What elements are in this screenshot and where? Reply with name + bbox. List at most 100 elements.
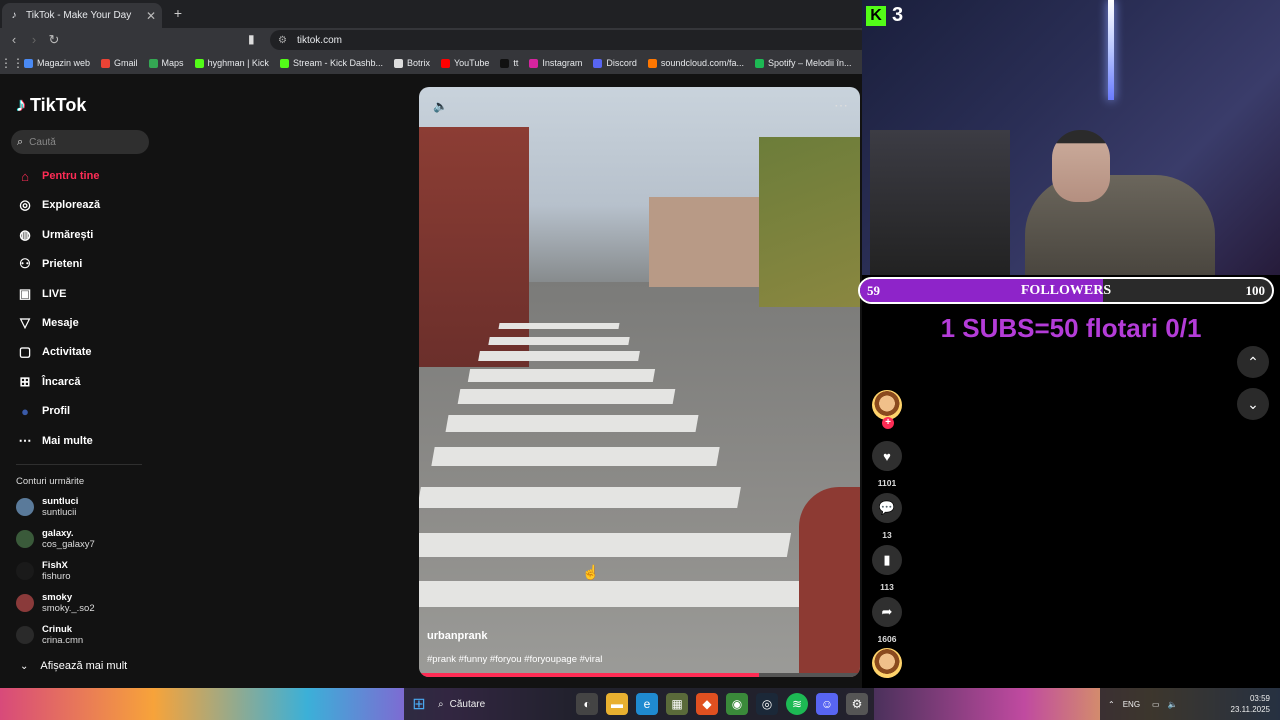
browser-tab[interactable]: ♪ TikTok - Make Your Day ✕ <box>2 3 162 28</box>
tray-chevron-icon[interactable]: ⌃ <box>1108 700 1115 709</box>
site-info-icon[interactable]: ⚙ <box>278 35 287 46</box>
nav-item[interactable]: ⊞ Încarcă <box>16 373 81 391</box>
chrome-icon[interactable]: ◉ <box>726 693 748 715</box>
nav-item[interactable]: ▽ Mesaje <box>16 314 79 332</box>
bookmark-item[interactable]: Stream - Kick Dashb... <box>279 58 383 68</box>
sound-avatar-group[interactable] <box>872 648 902 678</box>
language-indicator[interactable]: ENG <box>1123 700 1140 709</box>
new-tab-button[interactable]: + <box>170 5 186 21</box>
video-progress-bar[interactable] <box>419 673 860 677</box>
edge-icon[interactable]: e <box>636 693 658 715</box>
discord-icon[interactable]: ☺ <box>816 693 838 715</box>
followed-account[interactable]: suntluci suntlucii <box>16 494 78 520</box>
followed-account[interactable]: Crinuk crina.cmn <box>16 622 83 648</box>
nav-item-label: Explorează <box>42 199 101 212</box>
bookmark-favicon-icon <box>440 58 450 68</box>
bookmark-label: Gmail <box>114 58 138 68</box>
nav-item[interactable]: ⋯ Mai multe <box>16 432 93 450</box>
taskbar-search[interactable]: ⌕ Căutare <box>438 699 568 710</box>
windows-start-icon[interactable]: ⊞ <box>408 693 430 715</box>
like-action[interactable]: ♥ 1101 <box>872 441 902 488</box>
apps-grid-icon[interactable]: ⋮⋮ <box>0 56 24 70</box>
bookmark-item[interactable]: Botrix <box>393 58 430 68</box>
bookmark-item[interactable]: Instagram <box>529 58 582 68</box>
network-icon[interactable]: ▭ <box>1152 700 1160 709</box>
nav-item[interactable]: ▢ Activitate <box>16 343 92 361</box>
follow-plus-icon[interactable]: + <box>882 417 894 429</box>
kick-logo-icon: K <box>866 5 886 26</box>
spotify-icon[interactable]: ≋ <box>786 693 808 715</box>
comment-icon[interactable]: 💬 <box>872 493 902 523</box>
followed-account[interactable]: FishX fishuro <box>16 558 71 584</box>
nav-item-label: Activitate <box>42 346 92 359</box>
bookmark-label: YouTube <box>453 58 490 68</box>
heart-icon[interactable]: ♥ <box>872 441 902 471</box>
back-button[interactable]: ‹ <box>6 32 22 48</box>
home-icon: ⌂ <box>21 168 29 184</box>
comment-action[interactable]: 💬 13 <box>872 493 902 540</box>
steam-icon[interactable]: ◎ <box>756 693 778 715</box>
search-icon: ⌕ <box>17 135 24 148</box>
followed-account[interactable]: smoky smoky._.so2 <box>16 590 95 616</box>
minecraft-icon[interactable]: ▦ <box>666 693 688 715</box>
search-input[interactable]: ⌕ Caută <box>11 130 149 154</box>
forward-button[interactable]: › <box>26 32 42 48</box>
taskbar-apps: ⊞ ⌕ Căutare ◐ ▬ e ▦ ◆ ◉ ◎ ≋ ☺ ⚙ <box>404 688 874 720</box>
nav-item[interactable]: ⌂ Pentru tine <box>16 167 99 185</box>
tiktok-logo[interactable]: ♪ TikTok <box>16 94 86 117</box>
bookmark-item[interactable]: YouTube <box>440 58 490 68</box>
bookmark-item[interactable]: tt <box>500 58 518 68</box>
volume-icon[interactable]: 🔈 <box>1168 700 1178 709</box>
upload-icon: ⊞ <box>19 373 31 389</box>
bookmark-item[interactable]: Spotify – Melodii în... <box>754 58 852 68</box>
nav-item[interactable]: ⚇ Prieteni <box>16 255 82 273</box>
share-icon[interactable]: ➦ <box>872 597 902 627</box>
next-video-button[interactable]: ⌄ <box>1237 388 1269 420</box>
clock[interactable]: 03:59 23.11.2025 <box>1231 693 1280 715</box>
subs-goal-text: 1 SUBS=50 flotari 0/1 <box>940 313 1202 343</box>
crosswalk-stripe <box>478 351 640 362</box>
close-tab-icon[interactable]: ✕ <box>146 9 156 23</box>
brave-icon[interactable]: ◆ <box>696 693 718 715</box>
bookmark-item[interactable]: Discord <box>593 58 637 68</box>
share-action[interactable]: ➦ 1606 <box>872 597 902 644</box>
settings-icon[interactable]: ⚙ <box>846 693 868 715</box>
video-player[interactable]: 🔈 ⋯ urbanprank #prank #funny #foryou #fo… <box>419 87 860 677</box>
nav-item[interactable]: ▣ LIVE <box>16 285 67 303</box>
nav-item[interactable]: ● Profil <box>16 402 70 420</box>
bookmark-label: soundcloud.com/fa... <box>660 58 744 68</box>
task-view-icon[interactable]: ◐ <box>576 693 598 715</box>
bookmark-item[interactable]: Gmail <box>101 58 138 68</box>
bookmark-icon[interactable]: ▮ <box>248 32 255 46</box>
bookmark-item[interactable]: soundcloud.com/fa... <box>647 58 744 68</box>
bookmark-save-icon[interactable]: ▮ <box>872 545 902 575</box>
bookmarks-bar: ⋮⋮ Magazin web Gmail Maps hyghman | Kick Str… <box>0 52 862 74</box>
nav-item-label: Pentru tine <box>42 170 100 182</box>
previous-video-button[interactable]: ⌃ <box>1237 346 1269 378</box>
bookmark-favicon-icon <box>500 58 510 68</box>
save-action[interactable]: ▮ 113 <box>872 545 902 592</box>
video-menu-icon[interactable]: ⋯ <box>834 97 848 114</box>
bookmark-item[interactable]: Magazin web <box>24 58 90 68</box>
show-more-button[interactable]: ⌄ Afișează mai mult <box>20 660 127 672</box>
nav-item[interactable]: ◍ Urmărești <box>16 226 93 244</box>
creator-avatar-group[interactable] <box>872 390 902 420</box>
crosswalk-stripe <box>419 581 832 607</box>
url-field[interactable]: ⚙ tiktok.com <box>270 30 870 50</box>
bookmark-label: hyghman | Kick <box>207 58 269 68</box>
video-hashtags[interactable]: #prank #funny #foryou #foryoupage #viral <box>427 654 602 665</box>
file-explorer-icon[interactable]: ▬ <box>606 693 628 715</box>
video-author[interactable]: urbanprank <box>427 630 488 642</box>
search-placeholder: Caută <box>29 136 56 148</box>
tiktok-favicon-icon: ♪ <box>11 10 17 21</box>
share-count: 1606 <box>877 634 897 644</box>
followed-account[interactable]: galaxy. cos_galaxy7 <box>16 526 95 552</box>
creator-avatar[interactable] <box>872 390 902 420</box>
nav-item[interactable]: ◎ Explorează <box>16 196 100 214</box>
bookmark-item[interactable]: Maps <box>148 58 184 68</box>
volume-icon[interactable]: 🔈 <box>433 99 448 113</box>
bookmark-item[interactable]: hyghman | Kick <box>194 58 269 68</box>
reload-button[interactable]: ↻ <box>46 32 62 48</box>
sound-avatar[interactable] <box>872 648 902 678</box>
video-person-jacket <box>799 487 860 677</box>
